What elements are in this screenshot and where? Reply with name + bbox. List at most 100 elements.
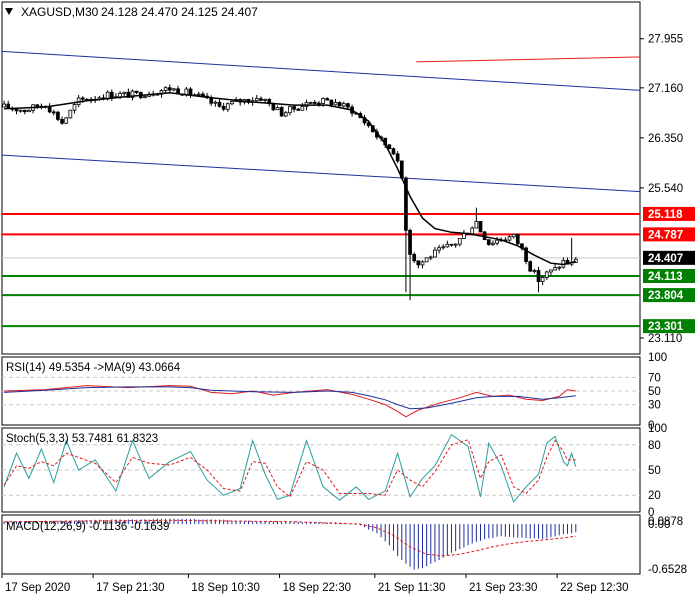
candle-body[interactable] xyxy=(540,277,545,282)
moving-average-line[interactable] xyxy=(4,92,576,266)
candle-body[interactable] xyxy=(275,107,280,111)
candle-body[interactable] xyxy=(213,101,218,104)
candle-body[interactable] xyxy=(453,243,458,246)
candle-body[interactable] xyxy=(27,109,31,113)
candle-body[interactable] xyxy=(474,220,479,229)
candle-body[interactable] xyxy=(507,236,512,241)
candle-body[interactable] xyxy=(457,237,462,245)
candle-body[interactable] xyxy=(462,233,466,239)
trading-chart[interactable]: 27.955 27.160 26.350 25.540 23.110 25.118 24.7… xyxy=(0,0,700,600)
candle-body[interactable] xyxy=(549,269,553,273)
candle-body[interactable] xyxy=(163,87,168,91)
candle-body[interactable] xyxy=(60,119,64,124)
candle-body[interactable] xyxy=(51,111,56,114)
candle-body[interactable] xyxy=(134,90,139,93)
candle-body[interactable] xyxy=(553,267,557,271)
candle-body[interactable] xyxy=(312,102,317,104)
candle-body[interactable] xyxy=(217,101,222,107)
symbol-label: XAGUSD,M30 xyxy=(21,5,99,19)
rsi-line[interactable] xyxy=(4,385,576,418)
candle-body[interactable] xyxy=(491,242,495,245)
channel-top-line[interactable] xyxy=(416,56,641,63)
candle-body[interactable] xyxy=(478,220,483,233)
candle-body[interactable] xyxy=(337,101,342,107)
candle-body[interactable] xyxy=(292,106,296,110)
candle-body[interactable] xyxy=(22,109,27,113)
candle-body[interactable] xyxy=(412,253,417,262)
candle-body[interactable] xyxy=(167,87,172,91)
candle-body[interactable] xyxy=(14,108,19,112)
time-tick-label: 22 Sep 12:30 xyxy=(560,582,628,594)
candle-body[interactable] xyxy=(300,106,305,111)
candle-body[interactable] xyxy=(308,102,313,104)
candle-body[interactable] xyxy=(341,103,346,107)
candle-body[interactable] xyxy=(225,103,230,110)
candle-body[interactable] xyxy=(109,91,114,99)
candle-body[interactable] xyxy=(333,101,338,106)
channel-upper-line[interactable] xyxy=(1,50,641,91)
candle-body[interactable] xyxy=(47,106,52,113)
candle-body[interactable] xyxy=(172,88,176,91)
candle-body[interactable] xyxy=(221,105,226,110)
candle-body[interactable] xyxy=(254,98,259,102)
candle-body[interactable] xyxy=(122,91,127,94)
candle-body[interactable] xyxy=(408,229,412,255)
candle-body[interactable] xyxy=(317,102,321,105)
candle-body[interactable] xyxy=(296,108,301,111)
candle-body[interactable] xyxy=(64,117,69,124)
current-price-tag-label: 24.407 xyxy=(648,253,683,265)
candle-body[interactable] xyxy=(387,144,392,150)
candle-body[interactable] xyxy=(528,261,533,272)
candle-body[interactable] xyxy=(2,103,6,108)
candle-body[interactable] xyxy=(346,103,350,108)
candle-body[interactable] xyxy=(391,148,396,155)
candle-body[interactable] xyxy=(56,111,60,120)
candle-body[interactable] xyxy=(395,153,400,162)
candle-body[interactable] xyxy=(437,247,441,251)
rsi-ma-line[interactable] xyxy=(4,386,576,410)
candle-body[interactable] xyxy=(325,98,330,101)
candle-body[interactable] xyxy=(18,109,23,112)
candle-body[interactable] xyxy=(80,97,85,100)
price-panel[interactable] xyxy=(1,50,641,328)
candle-body[interactable] xyxy=(424,257,429,263)
candle-body[interactable] xyxy=(486,239,491,245)
triangle-down-icon[interactable] xyxy=(5,8,13,15)
candle-body[interactable] xyxy=(118,93,122,98)
candle-body[interactable] xyxy=(511,233,516,238)
candle-body[interactable] xyxy=(72,104,77,111)
chart-svg[interactable]: 27.955 27.160 26.350 25.540 23.110 25.118 24.7… xyxy=(0,0,700,600)
candle-body[interactable] xyxy=(532,269,537,272)
candle-body[interactable] xyxy=(420,261,425,266)
candle-body[interactable] xyxy=(230,101,234,105)
rsi-panel[interactable] xyxy=(4,385,576,418)
stoch-signal-line[interactable] xyxy=(3,439,576,498)
candle-body[interactable] xyxy=(441,246,446,249)
candle-body[interactable] xyxy=(288,106,292,114)
candle-body[interactable] xyxy=(433,249,437,258)
candle-body[interactable] xyxy=(470,227,475,235)
candle-body[interactable] xyxy=(196,93,201,96)
candle-body[interactable] xyxy=(536,269,541,282)
candle-body[interactable] xyxy=(428,256,433,259)
candle-body[interactable] xyxy=(416,260,421,266)
candle-body[interactable] xyxy=(68,109,73,119)
candle-body[interactable] xyxy=(321,98,325,104)
candle-body[interactable] xyxy=(283,112,288,117)
candle-body[interactable] xyxy=(188,88,193,96)
candle-body[interactable] xyxy=(271,103,276,111)
candle-body[interactable] xyxy=(544,271,549,278)
candle-body[interactable] xyxy=(263,98,267,101)
candle-body[interactable] xyxy=(515,233,520,245)
channel-lower-line[interactable] xyxy=(1,154,641,193)
candle-body[interactable] xyxy=(143,96,147,99)
candle-body[interactable] xyxy=(495,239,499,244)
candle-body[interactable] xyxy=(449,243,454,246)
candle-body[interactable] xyxy=(329,99,334,106)
candle-body[interactable] xyxy=(445,243,450,248)
candle-body[interactable] xyxy=(201,93,205,97)
candle-body[interactable] xyxy=(557,266,562,269)
candle-body[interactable] xyxy=(6,103,11,109)
candle-body[interactable] xyxy=(259,98,263,101)
candle-body[interactable] xyxy=(279,107,284,117)
